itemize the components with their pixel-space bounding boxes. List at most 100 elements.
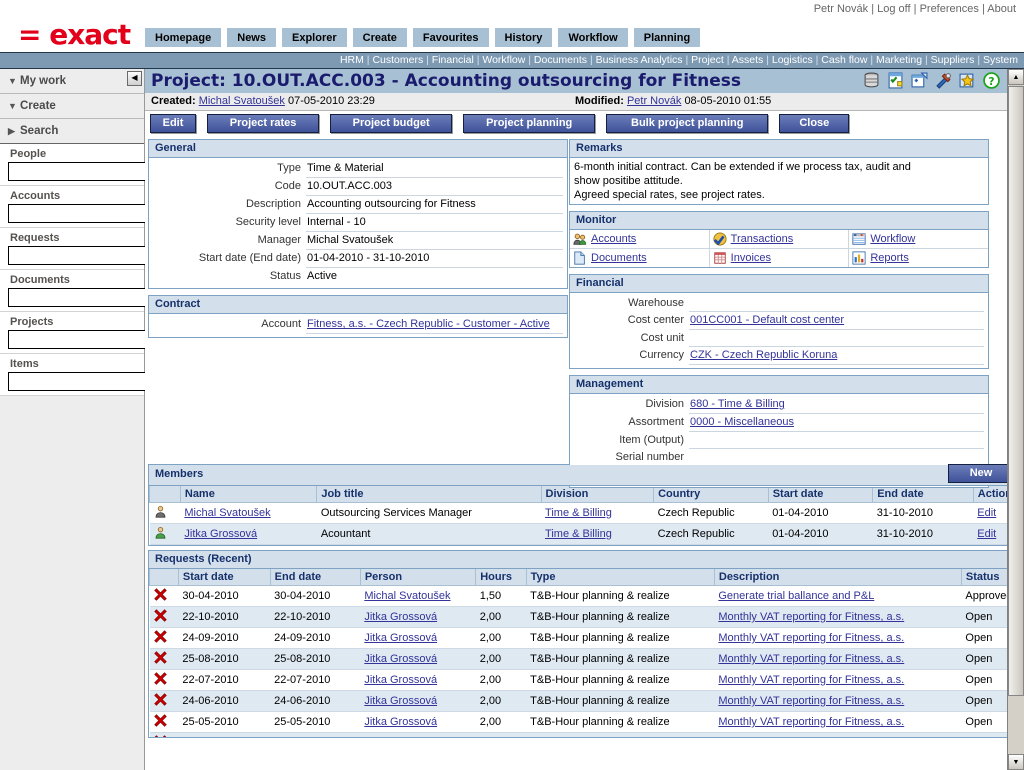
request-person-link[interactable]: Jitka Grossová (364, 716, 437, 728)
cost-center-link[interactable]: 001CC001 - Default cost center (690, 314, 844, 326)
monitor-item-accounts[interactable]: Accounts (570, 230, 710, 249)
account-link[interactable]: Fitness, a.s. - Czech Republic - Custome… (307, 318, 550, 330)
submenu-hrm[interactable]: HRM (340, 54, 364, 66)
created-by-link[interactable]: Michal Svatoušek (199, 95, 285, 107)
request-description-link[interactable]: Generate trial ballance and P&L (718, 590, 874, 602)
delete-x-icon[interactable] (153, 651, 167, 664)
col-type[interactable]: Type (525, 569, 715, 586)
submenu-documents[interactable]: Documents (534, 54, 587, 66)
menu-tab-explorer[interactable]: Explorer (282, 28, 347, 47)
close-button[interactable]: Close (779, 114, 850, 133)
monitor-item-label[interactable]: Workflow (870, 233, 915, 245)
request-description-link[interactable]: Monthly VAT reporting for Fitness, a.s. (718, 674, 904, 686)
checklist-icon[interactable] (887, 72, 904, 89)
col-hours[interactable]: Hours (475, 569, 527, 586)
monitor-item-transactions[interactable]: Transactions (709, 230, 850, 249)
col-job-title[interactable]: Job title (316, 486, 542, 503)
request-description-link[interactable]: Monthly VAT reporting for Fitness, a.s. (718, 632, 904, 644)
division-link[interactable]: 680 - Time & Billing (690, 398, 785, 410)
sidebar-section-search[interactable]: ▶ Search (0, 119, 144, 144)
project-rates-button[interactable]: Project rates (207, 114, 320, 133)
delete-cell[interactable] (149, 627, 179, 649)
menu-tab-history[interactable]: History (494, 28, 553, 47)
table-row[interactable]: 24-09-2010 24-09-2010 Jitka Grossová 2,0… (149, 627, 1017, 649)
currency-link[interactable]: CZK - Czech Republic Koruna (690, 349, 837, 361)
menu-tab-news[interactable]: News (227, 28, 276, 47)
submenu-project[interactable]: Project (691, 54, 724, 66)
delete-x-icon[interactable] (153, 588, 167, 601)
monitor-item-label[interactable]: Accounts (591, 233, 636, 245)
member-name-link[interactable]: Michal Svatoušek (184, 507, 270, 519)
submenu-suppliers[interactable]: Suppliers (931, 54, 975, 66)
submenu-system[interactable]: System (983, 54, 1018, 66)
col-end-date[interactable]: End date (269, 569, 361, 586)
submenu-cash-flow[interactable]: Cash flow (821, 54, 867, 66)
request-person-link[interactable]: Jitka Grossová (364, 674, 437, 686)
assortment-link[interactable]: 0000 - Miscellaneous (690, 416, 794, 428)
table-row[interactable]: 25-08-2010 25-08-2010 Jitka Grossová 2,0… (149, 648, 1017, 670)
project-budget-button[interactable]: Project budget (330, 114, 453, 133)
sidebar-section-my-work[interactable]: ▼ My work (0, 69, 144, 94)
delete-cell[interactable] (149, 732, 179, 737)
modified-by-link[interactable]: Petr Novák (627, 95, 681, 107)
monitor-item-label[interactable]: Documents (591, 252, 647, 264)
delete-x-icon[interactable] (153, 714, 167, 727)
delete-cell[interactable] (149, 648, 179, 670)
new-window-icon[interactable] (911, 72, 928, 89)
member-edit-link[interactable]: Edit (977, 507, 996, 519)
table-row[interactable]: 25-05-2010 25-05-2010 Jitka Grossová 2,0… (149, 711, 1017, 733)
col-name[interactable]: Name (179, 486, 318, 503)
request-person-link[interactable]: Jitka Grossová (364, 611, 437, 623)
request-person-link[interactable]: Jitka Grossová (364, 737, 437, 738)
col-icon[interactable] (149, 486, 181, 503)
menu-tab-planning[interactable]: Planning (633, 28, 701, 47)
add-favourite-icon[interactable] (959, 72, 976, 89)
request-person-link[interactable]: Jitka Grossová (364, 653, 437, 665)
table-row[interactable]: Jitka Grossová Acountant Time & Billing … (149, 523, 1017, 545)
delete-x-icon[interactable] (153, 630, 167, 643)
members-new-button[interactable]: New (948, 464, 1014, 483)
request-person-link[interactable]: Jitka Grossová (364, 632, 437, 644)
col-person[interactable]: Person (359, 569, 477, 586)
request-person-link[interactable]: Michal Svatoušek (364, 590, 450, 602)
delete-cell[interactable] (149, 606, 179, 628)
monitor-item-label[interactable]: Invoices (731, 252, 771, 264)
delete-x-icon[interactable] (153, 609, 167, 622)
submenu-workflow[interactable]: Workflow (482, 54, 525, 66)
preferences-link[interactable]: Preferences (920, 3, 979, 15)
table-row[interactable]: 22-10-2010 22-10-2010 Jitka Grossová 2,0… (149, 606, 1017, 628)
request-description-link[interactable]: Monthly VAT reporting for Fitness, a.s. (718, 611, 904, 623)
delete-x-icon[interactable] (153, 693, 167, 706)
member-name-link[interactable]: Jitka Grossová (184, 528, 257, 540)
col-description[interactable]: Description (713, 569, 962, 586)
vertical-scrollbar[interactable]: ▲ ▼ (1007, 69, 1024, 770)
submenu-financial[interactable]: Financial (432, 54, 474, 66)
monitor-item-workflow[interactable]: Workflow (849, 230, 989, 249)
menu-tab-homepage[interactable]: Homepage (145, 28, 222, 47)
delete-cell[interactable] (149, 669, 179, 691)
col-start-date[interactable]: Start date (177, 569, 271, 586)
member-division-link[interactable]: Time & Billing (545, 528, 612, 540)
request-person-link[interactable]: Jitka Grossová (364, 695, 437, 707)
delete-cell[interactable] (149, 585, 179, 607)
request-description-link[interactable]: Monthly VAT reporting for Fitness, a.s. (718, 695, 904, 707)
request-description-link[interactable]: Monthly VAT reporting for Fitness, a.s. (718, 653, 904, 665)
monitor-item-label[interactable]: Reports (870, 252, 909, 264)
monitor-item-reports[interactable]: Reports (849, 249, 988, 267)
submenu-customers[interactable]: Customers (372, 54, 423, 66)
monitor-item-label[interactable]: Transactions (731, 233, 794, 245)
tools-icon[interactable] (935, 72, 952, 89)
menu-tab-create[interactable]: Create (352, 28, 407, 47)
col-icon[interactable] (149, 569, 179, 586)
menu-tab-workflow[interactable]: Workflow (558, 28, 628, 47)
bulk-project-planning-button[interactable]: Bulk project planning (606, 114, 769, 133)
request-description-link[interactable]: Monthly VAT reporting for Fitness, a.s. (718, 737, 904, 738)
log-off-link[interactable]: Log off (877, 3, 910, 15)
member-division-link[interactable]: Time & Billing (545, 507, 612, 519)
submenu-marketing[interactable]: Marketing (876, 54, 922, 66)
delete-cell[interactable] (149, 711, 179, 733)
monitor-item-invoices[interactable]: Invoices (710, 249, 850, 267)
edit-button[interactable]: Edit (150, 114, 196, 133)
delete-cell[interactable] (149, 690, 179, 712)
table-row[interactable]: 30-04-2010 30-04-2010 Michal Svatoušek 1… (149, 585, 1017, 607)
